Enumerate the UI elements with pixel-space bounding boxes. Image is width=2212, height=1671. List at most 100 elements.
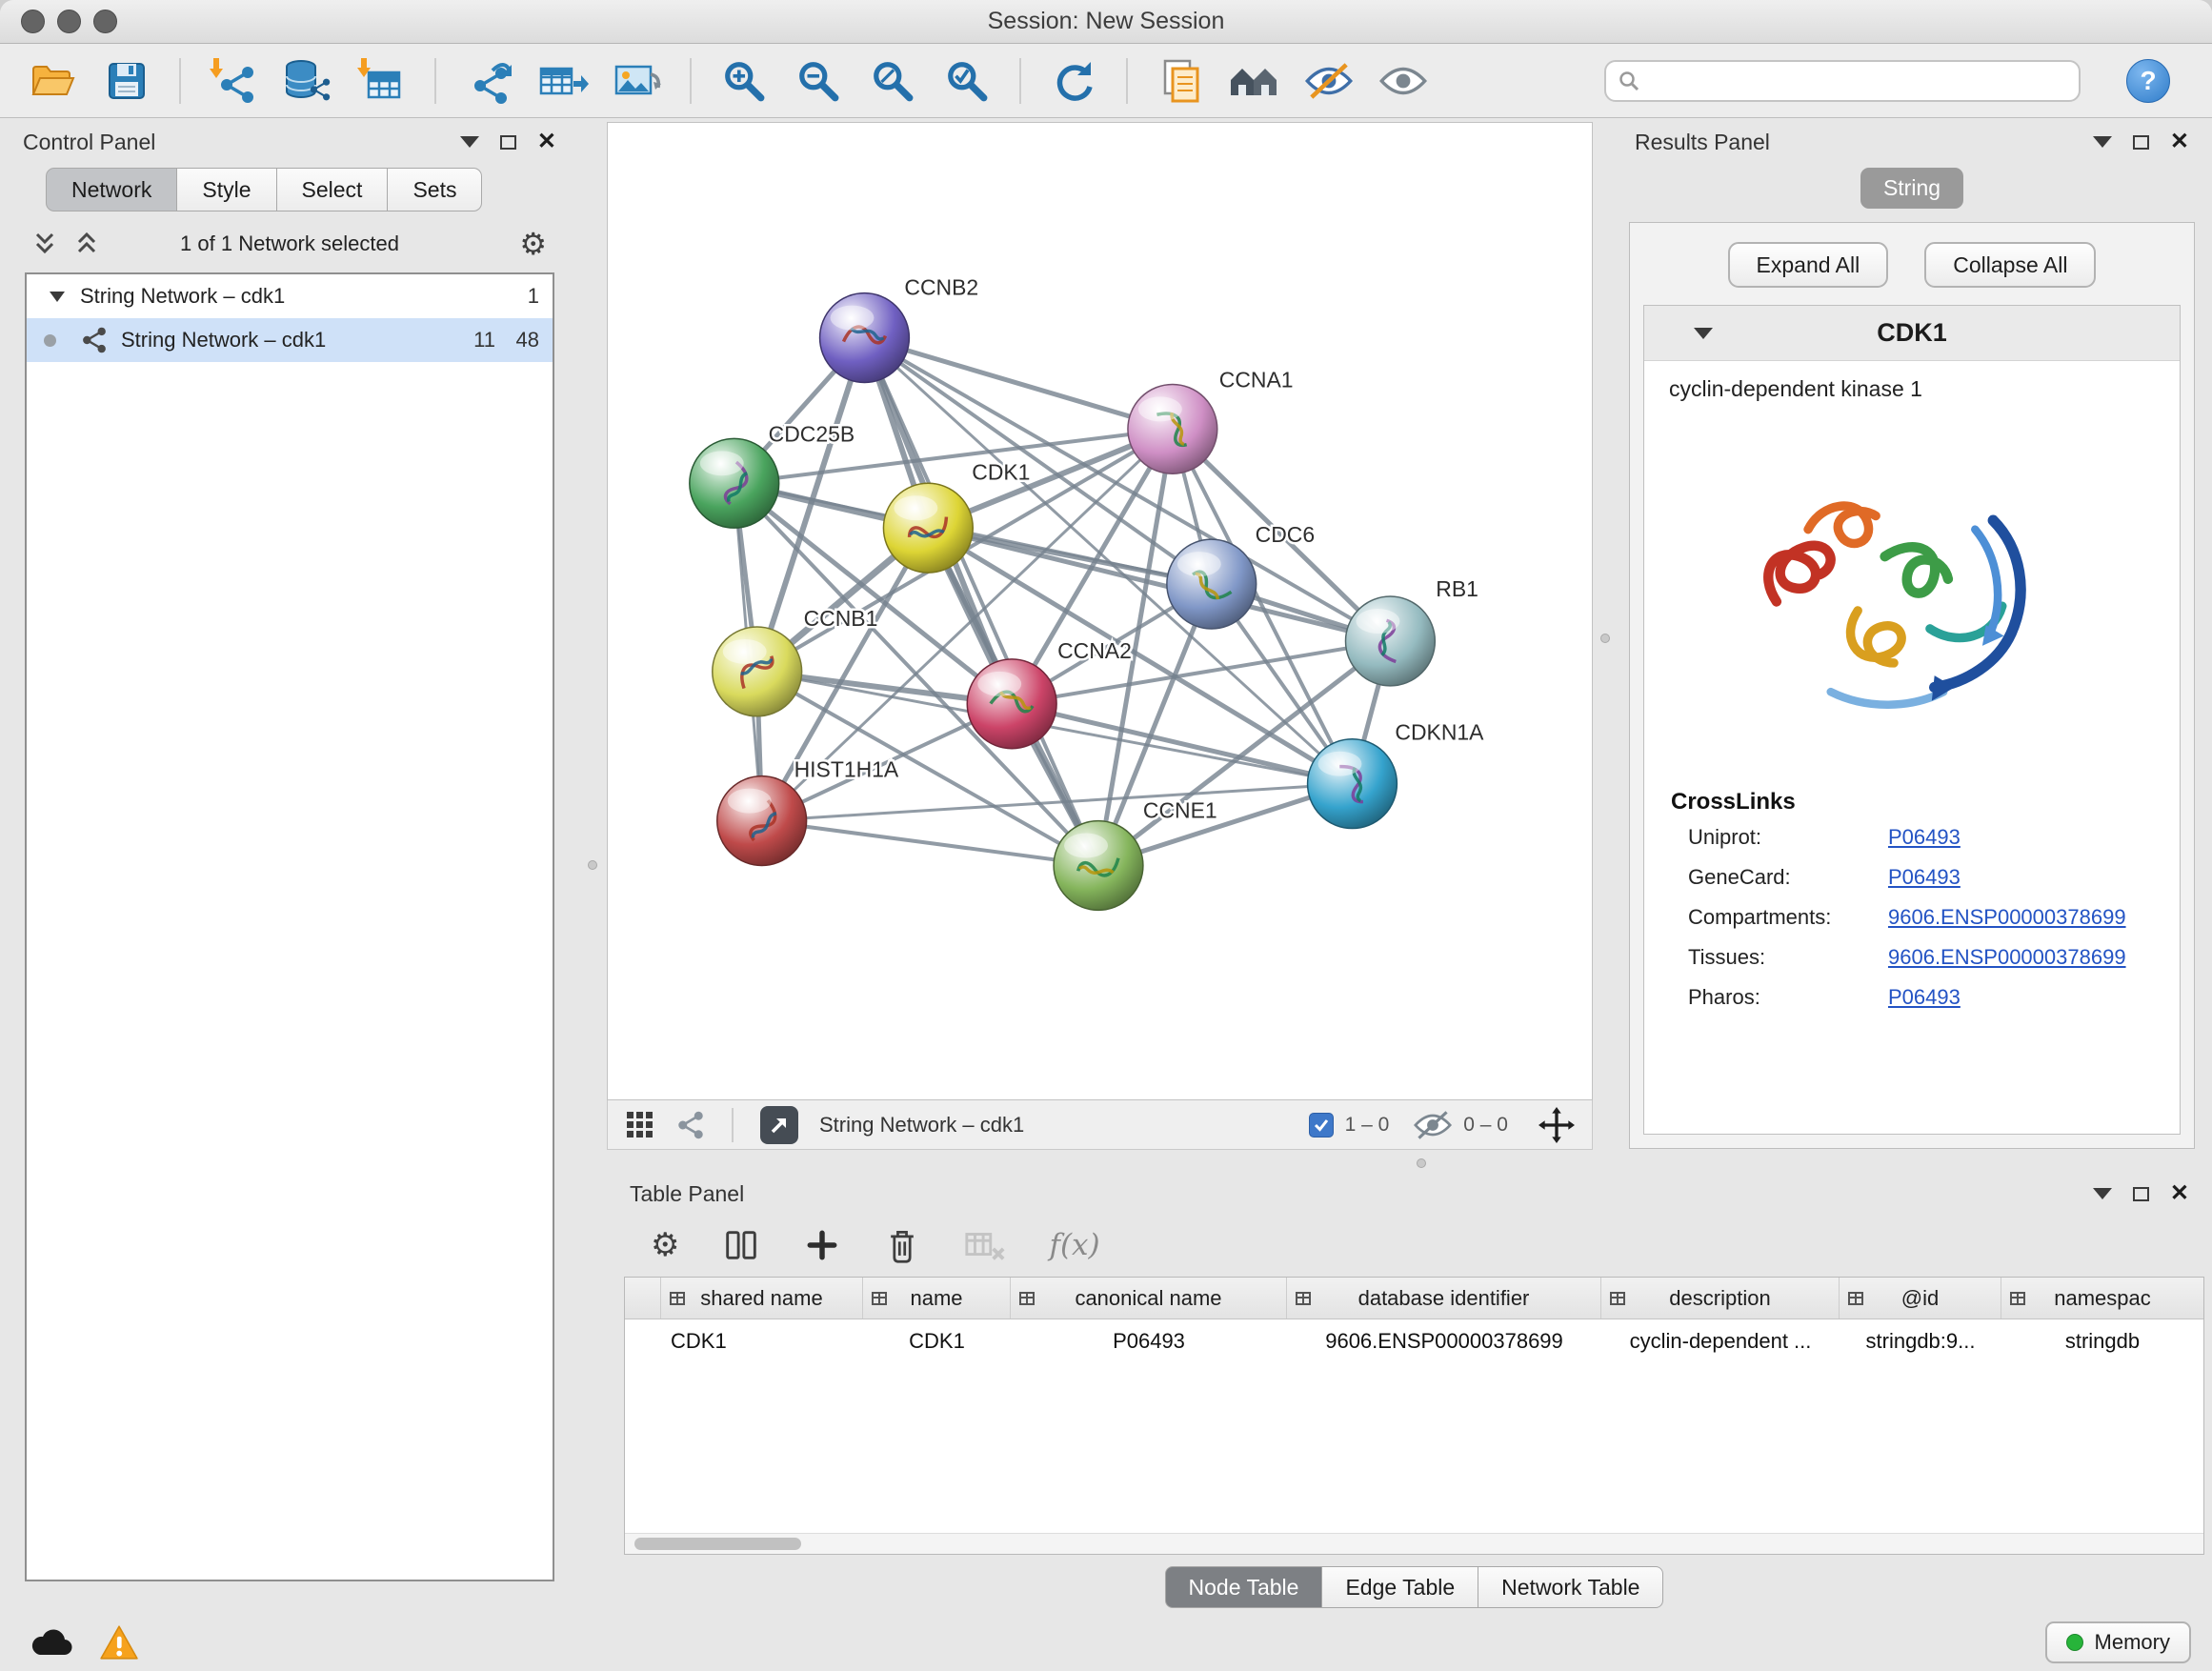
panel-collapse-icon[interactable] — [2093, 1188, 2112, 1199]
tab-style[interactable]: Style — [177, 168, 276, 211]
warnings-button[interactable] — [99, 1624, 139, 1661]
column-header-description[interactable]: description — [1601, 1278, 1840, 1319]
selection-status: 1 of 1 Network selected — [180, 232, 399, 256]
cell-namespace[interactable]: stringdb — [2001, 1329, 2203, 1354]
tab-string[interactable]: String — [1860, 168, 1963, 209]
uniprot-link[interactable]: P06493 — [1888, 825, 2153, 850]
cloud-status-button[interactable] — [29, 1626, 74, 1659]
column-header-name[interactable]: name — [863, 1278, 1011, 1319]
cell-canonical-name[interactable]: P06493 — [1011, 1329, 1287, 1354]
delete-table-icon — [963, 1226, 1007, 1264]
panel-float-icon[interactable] — [2133, 135, 2149, 150]
protein-name: CDK1 — [1877, 318, 1947, 348]
panel-float-icon[interactable] — [2133, 1187, 2149, 1201]
tab-sets[interactable]: Sets — [388, 168, 482, 211]
network-graph[interactable]: CCNB2CCNA1CDC25BCDK1CDC6RB1CCNB1CCNA2CDK… — [608, 123, 1592, 1099]
show-columns-button[interactable] — [721, 1225, 761, 1265]
zoom-fit-button[interactable] — [865, 52, 920, 110]
tab-node-table[interactable]: Node Table — [1165, 1566, 1323, 1608]
gear-icon[interactable]: ⚙ — [519, 229, 547, 259]
network-list-button[interactable] — [676, 1111, 705, 1139]
export-table-button[interactable] — [535, 52, 591, 110]
collapse-all-button[interactable]: Collapse All — [1924, 242, 2096, 288]
column-header-id[interactable]: @id — [1840, 1278, 2001, 1319]
search-input[interactable] — [1650, 69, 2067, 93]
show-hidden-button[interactable] — [1376, 52, 1431, 110]
network-collection-row[interactable]: String Network – cdk1 1 — [27, 274, 553, 318]
open-session-button[interactable] — [25, 52, 80, 110]
function-builder-button[interactable]: f(x) — [1049, 1228, 1099, 1262]
network-canvas[interactable]: CCNB2CCNA1CDC25BCDK1CDC6RB1CCNB1CCNA2CDK… — [607, 122, 1593, 1100]
panel-collapse-icon[interactable] — [2093, 136, 2112, 148]
pharos-link[interactable]: P06493 — [1888, 985, 2153, 1010]
genecard-link[interactable]: P06493 — [1888, 865, 2153, 890]
expand-all-button[interactable]: Expand All — [1728, 242, 1889, 288]
tree-disclosure-icon[interactable] — [50, 292, 65, 302]
crosslinks-title: CrossLinks — [1644, 772, 2180, 825]
cell-shared-name[interactable]: CDK1 — [661, 1329, 863, 1354]
cell-id[interactable]: stringdb:9... — [1840, 1329, 2001, 1354]
column-header-canonical-name[interactable]: canonical name — [1011, 1278, 1287, 1319]
duplicate-network-button[interactable] — [1153, 52, 1208, 110]
collapse-all-icon[interactable] — [32, 231, 57, 257]
panel-close-icon[interactable]: ✕ — [2170, 1182, 2189, 1205]
home-networks-button[interactable] — [1227, 52, 1282, 110]
tab-network[interactable]: Network — [46, 168, 177, 211]
svg-text:CDKN1A: CDKN1A — [1395, 720, 1484, 745]
network-row[interactable]: String Network – cdk1 11 48 — [27, 318, 553, 362]
column-header-database-identifier[interactable]: database identifier — [1287, 1278, 1601, 1319]
protein-card-header[interactable]: CDK1 — [1644, 306, 2180, 361]
pan-mode-button[interactable] — [1538, 1107, 1575, 1143]
zoom-out-button[interactable] — [791, 52, 846, 110]
column-header-shared-name[interactable]: shared name — [661, 1278, 863, 1319]
crosslink-label: Uniprot: — [1688, 825, 1888, 850]
svg-text:CCNE1: CCNE1 — [1143, 798, 1217, 823]
grid-view-button[interactable] — [625, 1110, 655, 1140]
help-button[interactable]: ? — [2126, 59, 2170, 103]
zoom-in-button[interactable] — [716, 52, 772, 110]
panel-float-icon[interactable] — [500, 135, 516, 150]
hide-selected-button[interactable] — [1301, 52, 1357, 110]
network-statusbar: String Network – cdk1 1 – 0 0 – 0 — [607, 1100, 1593, 1150]
splitter-handle[interactable] — [1600, 634, 1610, 643]
tab-network-table[interactable]: Network Table — [1478, 1566, 1663, 1608]
compartments-link[interactable]: 9606.ENSP00000378699 — [1888, 905, 2153, 930]
column-header-namespace[interactable]: namespac — [2001, 1278, 2203, 1319]
tab-select[interactable]: Select — [277, 168, 389, 211]
plus-icon — [803, 1226, 841, 1264]
window-title: Session: New Session — [0, 8, 2212, 35]
panel-close-icon[interactable]: ✕ — [2170, 131, 2189, 153]
table-settings-gear-icon[interactable]: ⚙ — [651, 1226, 679, 1264]
expand-all-icon[interactable] — [74, 231, 99, 257]
splitter-handle[interactable] — [1417, 1158, 1426, 1168]
tissues-link[interactable]: 9606.ENSP00000378699 — [1888, 945, 2153, 970]
panel-close-icon[interactable]: ✕ — [537, 131, 556, 153]
import-table-button[interactable] — [354, 52, 410, 110]
scrollbar-thumb[interactable] — [634, 1538, 801, 1550]
refresh-network-button[interactable] — [1046, 52, 1101, 110]
selected-checkbox-icon[interactable] — [1309, 1113, 1334, 1137]
splitter-handle[interactable] — [588, 860, 597, 870]
cell-description[interactable]: cyclin-dependent ... — [1601, 1329, 1840, 1354]
delete-column-button[interactable] — [883, 1225, 921, 1265]
open-in-new-button[interactable] — [760, 1106, 798, 1144]
panel-collapse-icon[interactable] — [460, 136, 479, 148]
import-network-file-button[interactable] — [206, 52, 261, 110]
tab-edge-table[interactable]: Edge Table — [1322, 1566, 1478, 1608]
export-image-button[interactable] — [610, 52, 665, 110]
memory-button[interactable]: Memory — [2045, 1621, 2191, 1663]
toolbar-separator — [434, 58, 436, 104]
cell-name[interactable]: CDK1 — [863, 1329, 1011, 1354]
save-session-button[interactable] — [99, 52, 154, 110]
import-network-database-button[interactable] — [280, 52, 335, 110]
collapse-section-icon[interactable] — [1694, 328, 1713, 339]
export-network-button[interactable] — [461, 52, 516, 110]
zoom-selected-button[interactable] — [939, 52, 995, 110]
add-column-button[interactable] — [803, 1226, 841, 1264]
protein-description: cyclin-dependent kinase 1 — [1644, 361, 2180, 406]
results-panel: Results Panel ✕ String Expand All Collap… — [1619, 122, 2204, 1174]
horizontal-scrollbar[interactable] — [625, 1533, 2203, 1554]
import-table-icon — [357, 57, 407, 105]
table-row[interactable]: CDK1 CDK1 P06493 9606.ENSP00000378699 cy… — [625, 1319, 2203, 1363]
cell-database-identifier[interactable]: 9606.ENSP00000378699 — [1287, 1329, 1601, 1354]
